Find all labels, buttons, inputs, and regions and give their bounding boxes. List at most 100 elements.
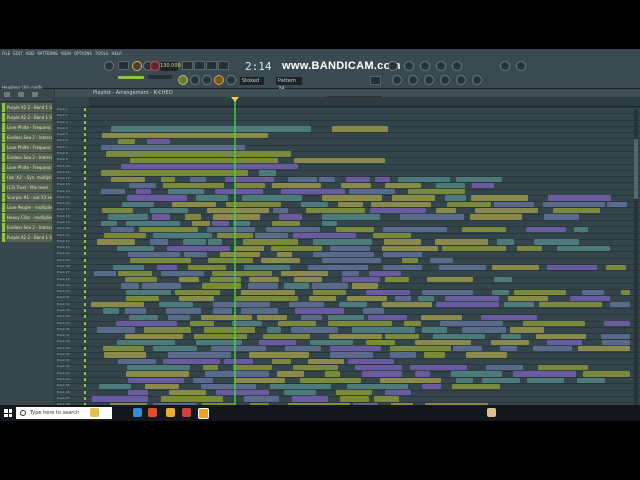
pattern-clip[interactable]	[167, 245, 231, 251]
pattern-clip[interactable]	[287, 176, 317, 182]
pattern-clip[interactable]	[241, 195, 303, 201]
pattern-clip[interactable]	[283, 390, 316, 396]
pattern-selector[interactable]: Pattern 24	[276, 77, 302, 92]
loop-record-icon[interactable]	[218, 61, 229, 70]
pattern-clip[interactable]	[462, 327, 507, 333]
pattern-clip[interactable]	[300, 201, 328, 207]
channel-item[interactable]: Endless Sea 2 - Interval	[2, 153, 52, 162]
pattern-clip[interactable]	[143, 327, 192, 333]
pattern-clip[interactable]	[96, 239, 135, 245]
track-mute-led[interactable]	[84, 183, 86, 187]
pattern-clip[interactable]	[158, 302, 193, 308]
pattern-clip[interactable]	[127, 377, 185, 383]
pattern-clip[interactable]	[293, 233, 356, 239]
tool-select-icon[interactable]	[226, 75, 236, 85]
pattern-clip[interactable]	[321, 258, 382, 264]
track-mute-led[interactable]	[84, 120, 86, 124]
pattern-clip[interactable]	[292, 364, 338, 371]
pattern-clip[interactable]	[389, 346, 451, 352]
pattern-clip[interactable]	[447, 201, 492, 207]
pattern-clip[interactable]	[433, 333, 486, 339]
pattern-clip[interactable]	[374, 396, 399, 402]
tool-slice-icon[interactable]	[214, 75, 224, 85]
pattern-clip[interactable]	[421, 289, 474, 295]
pattern-clip[interactable]	[116, 339, 176, 346]
channel-item[interactable]: Love Philte - Frequency	[2, 163, 52, 172]
pattern-clip[interactable]	[124, 277, 158, 283]
pattern-clip[interactable]	[365, 289, 410, 295]
pattern-clip[interactable]	[272, 182, 321, 189]
pattern-clip[interactable]	[395, 295, 411, 302]
pattern-clip[interactable]	[450, 371, 503, 377]
channel-item[interactable]: Purple X2 2 - Band 1 Sena	[2, 113, 52, 122]
track-mute-led[interactable]	[84, 145, 86, 149]
pattern-clip[interactable]	[110, 226, 134, 233]
track-mute-led[interactable]	[84, 302, 86, 306]
track-mute-led[interactable]	[84, 296, 86, 300]
pattern-clip[interactable]	[139, 226, 198, 233]
track-area[interactable]: Track 1 Track 2 Track 3 Track 4 Track 5 Track…	[55, 107, 640, 421]
tool-paint-icon[interactable]	[202, 75, 212, 85]
pattern-clip[interactable]	[313, 289, 346, 295]
pattern-clip[interactable]	[456, 377, 473, 383]
pattern-clip[interactable]	[308, 358, 345, 364]
pattern-clip[interactable]	[573, 226, 588, 233]
track-mute-led[interactable]	[84, 271, 86, 275]
pattern-clip[interactable]	[211, 220, 230, 226]
pattern-clip[interactable]	[293, 277, 323, 283]
pattern-clip[interactable]	[100, 170, 249, 176]
pattern-clip[interactable]	[104, 233, 146, 239]
pattern-clip[interactable]	[503, 302, 534, 308]
pattern-clip[interactable]	[496, 239, 515, 245]
pattern-clip[interactable]	[127, 390, 148, 396]
pattern-clip[interactable]	[493, 201, 535, 207]
pattern-clip[interactable]	[499, 346, 517, 352]
pattern-clip[interactable]	[100, 145, 245, 151]
pattern-clip[interactable]	[543, 201, 605, 207]
pattern-clip[interactable]	[116, 245, 154, 251]
pattern-clip[interactable]	[241, 308, 279, 314]
pattern-clip[interactable]	[436, 182, 466, 189]
pattern-clip[interactable]	[526, 226, 566, 233]
menu-patterns[interactable]: PATTERNS	[37, 51, 57, 56]
pattern-clip[interactable]	[379, 377, 442, 383]
metronome-icon[interactable]	[182, 61, 193, 70]
pattern-clip[interactable]	[205, 371, 269, 377]
wait-input-icon[interactable]	[194, 61, 205, 70]
pattern-clip[interactable]	[192, 377, 214, 383]
pattern-clip[interactable]	[368, 270, 402, 277]
pattern-clip[interactable]	[349, 189, 396, 195]
pattern-clip[interactable]	[232, 321, 262, 327]
pattern-clip[interactable]	[373, 233, 411, 239]
pattern-clip[interactable]	[127, 251, 180, 258]
snap-icon[interactable]	[178, 75, 188, 85]
file-explorer-icon[interactable]	[166, 408, 175, 417]
pattern-clip[interactable]	[435, 239, 489, 245]
pattern-clip[interactable]	[420, 314, 462, 320]
pattern-clip[interactable]	[125, 289, 172, 295]
pattern-clip[interactable]	[130, 258, 192, 264]
pattern-clip[interactable]	[232, 364, 272, 371]
browser-icon[interactable]	[452, 61, 462, 71]
pattern-clip[interactable]	[385, 333, 420, 339]
pattern-clip[interactable]	[233, 377, 286, 383]
pattern-clip[interactable]	[328, 314, 365, 320]
pattern-clip[interactable]	[293, 157, 385, 163]
pattern-clip[interactable]	[470, 214, 522, 220]
pattern-clip[interactable]	[335, 226, 374, 233]
pattern-clip[interactable]	[523, 321, 585, 327]
pattern-clip[interactable]	[203, 327, 256, 333]
pattern-clip[interactable]	[466, 352, 508, 358]
pattern-song-toggle[interactable]	[104, 61, 114, 71]
pattern-clip[interactable]	[341, 277, 381, 283]
pattern-clip[interactable]	[234, 182, 265, 189]
pattern-clip[interactable]	[382, 226, 447, 233]
pattern-clip[interactable]	[103, 308, 119, 314]
pattern-clip[interactable]	[369, 207, 426, 214]
pattern-clip[interactable]	[491, 289, 509, 295]
pattern-clip[interactable]	[272, 358, 291, 364]
pattern-clip[interactable]	[106, 151, 291, 157]
pattern-clip[interactable]	[547, 195, 612, 201]
pattern-clip[interactable]	[382, 302, 432, 308]
master-volume-slider[interactable]	[118, 76, 144, 79]
